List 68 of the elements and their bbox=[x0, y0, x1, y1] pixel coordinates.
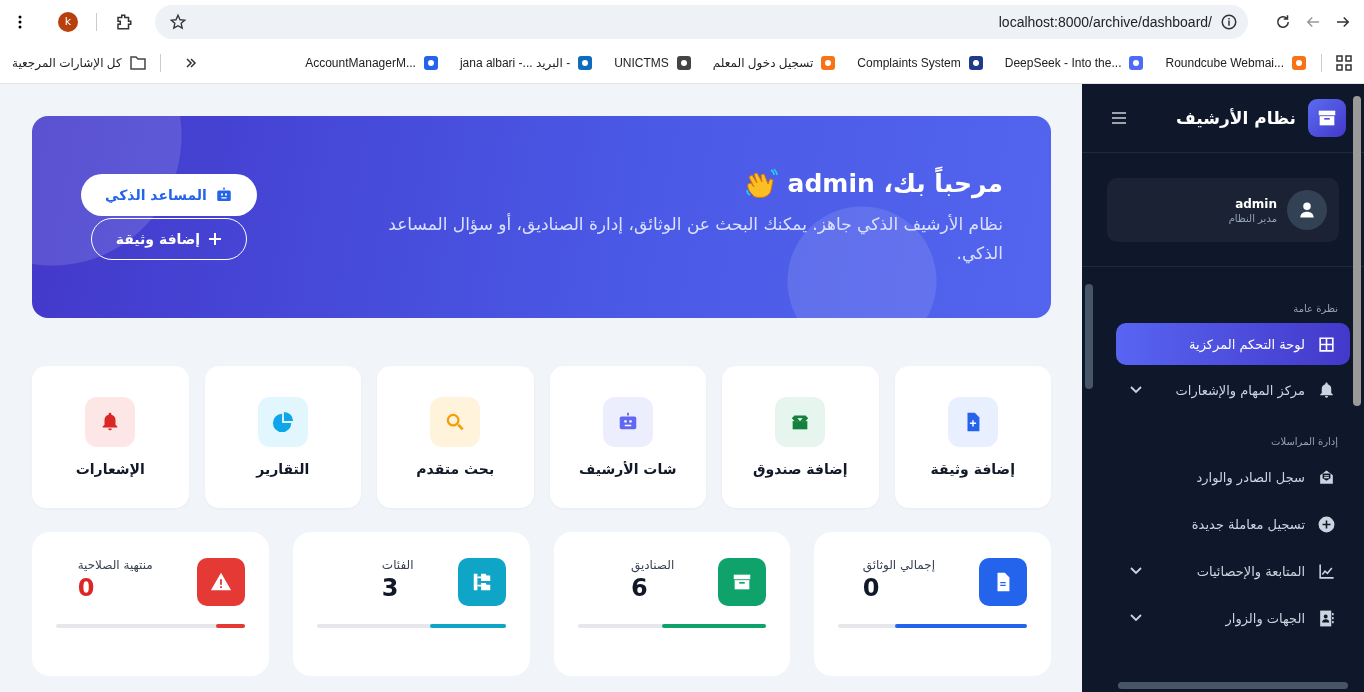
waving-hand-icon bbox=[743, 166, 778, 201]
bell-icon bbox=[1317, 380, 1336, 400]
scrollbar[interactable] bbox=[1085, 284, 1093, 389]
stat-value: 0 bbox=[77, 574, 95, 602]
stat-label: منتهية الصلاحية bbox=[77, 558, 153, 572]
robot-icon bbox=[214, 186, 233, 204]
bookmark[interactable]: DeepSeek - Into the... bbox=[1004, 56, 1122, 70]
bookmark[interactable]: Complaints System bbox=[857, 56, 961, 70]
archive-logo-icon bbox=[1308, 99, 1346, 137]
star-icon[interactable] bbox=[169, 12, 187, 31]
sidebar-item[interactable]: تسجيل معاملة جديدة bbox=[1116, 503, 1350, 545]
bookmark[interactable]: تسجيل دخول المعلم bbox=[712, 56, 814, 70]
assistant-button[interactable]: المساعد الذكي bbox=[81, 174, 257, 216]
scrollbar[interactable] bbox=[1118, 682, 1348, 689]
quick-action-card[interactable]: بحث متقدم bbox=[377, 366, 534, 508]
user-name: admin bbox=[1234, 196, 1277, 211]
stat-value: 0 bbox=[862, 574, 880, 602]
quick-action-label: إضافة صندوق bbox=[752, 461, 848, 477]
bookmark[interactable]: jana albari -... البريد - bbox=[459, 56, 571, 70]
welcome-title: مرحباً بك، admin bbox=[787, 168, 1003, 198]
reload-icon[interactable] bbox=[1274, 12, 1292, 31]
stat-value: 6 bbox=[630, 574, 648, 602]
quick-action-label: التقارير bbox=[256, 461, 310, 477]
chevron-down-icon bbox=[1130, 567, 1142, 575]
quick-action-card[interactable]: إضافة صندوق bbox=[722, 366, 879, 508]
chevron-down-icon bbox=[1130, 614, 1142, 622]
more-bookmarks-icon[interactable] bbox=[184, 57, 197, 69]
app-title: نظام الأرشيف bbox=[1175, 108, 1296, 128]
profile-avatar[interactable]: k bbox=[58, 11, 78, 32]
quick-action-card[interactable]: إضافة وثيقة bbox=[894, 366, 1051, 508]
bookmark[interactable]: Roundcube Webmai... bbox=[1165, 56, 1284, 70]
avatar-icon bbox=[1287, 190, 1327, 230]
stat-value: 3 bbox=[381, 574, 399, 602]
add-circle-icon bbox=[1317, 514, 1336, 534]
stat-label: الصناديق bbox=[630, 558, 675, 572]
quick-action-card[interactable]: الإشعارات bbox=[32, 366, 189, 508]
section-heading: إدارة المراسلات bbox=[1270, 436, 1339, 450]
plus-icon bbox=[208, 232, 223, 246]
quick-action-label: الإشعارات bbox=[75, 461, 145, 477]
chart-icon bbox=[1317, 561, 1336, 581]
sidebar-item[interactable]: سجل الصادر والوارد bbox=[1116, 456, 1350, 498]
menu-icon[interactable] bbox=[1112, 112, 1126, 124]
url-text: localhost:8000/archive/dashboard/ bbox=[997, 13, 1212, 30]
user-role: مدير النظام bbox=[1228, 212, 1277, 224]
dashboard-icon bbox=[1317, 334, 1336, 354]
section-heading: نظرة عامة bbox=[1292, 303, 1339, 316]
extensions-icon[interactable] bbox=[115, 12, 133, 31]
stat-label: إجمالي الوثائق bbox=[862, 558, 935, 572]
quick-action-card[interactable]: شات الأرشيف bbox=[549, 366, 706, 508]
sidebar-item[interactable]: المتابعة والإحصائيات bbox=[1116, 550, 1350, 592]
bookmark[interactable]: كل الإشارات المرجعية bbox=[12, 56, 122, 70]
quick-action-label: إضافة وثيقة bbox=[930, 461, 1015, 477]
contact-book-icon bbox=[1317, 608, 1336, 628]
welcome-subtitle: نظام الأرشيف الذكي جاهز. يمكنك البحث عن الوثائق، إدارة الصناديق، أو سؤال المساعد الذكي. bbox=[387, 212, 1003, 266]
bookmark[interactable]: AccountManagerM... bbox=[305, 56, 416, 70]
scrollbar[interactable] bbox=[1353, 96, 1361, 406]
chevron-down-icon bbox=[1130, 386, 1142, 394]
quick-action-card[interactable]: التقارير bbox=[204, 366, 361, 508]
stat-label: الفئات bbox=[381, 558, 414, 572]
sidebar-item[interactable]: الجهات والزوار bbox=[1116, 597, 1350, 639]
info-icon[interactable] bbox=[1220, 12, 1238, 31]
quick-action-label: شات الأرشيف bbox=[579, 461, 677, 477]
sidebar-item[interactable]: مركز المهام والإشعارات bbox=[1116, 369, 1350, 411]
address-bar[interactable]: localhost:8000/archive/dashboard/ bbox=[155, 4, 1248, 39]
folder-icon bbox=[129, 56, 146, 70]
bookmark[interactable]: UNICTMS bbox=[614, 56, 669, 70]
quick-action-label: بحث متقدم bbox=[416, 461, 495, 477]
sidebar-item[interactable]: لوحة التحكم المركزية bbox=[1116, 323, 1350, 365]
